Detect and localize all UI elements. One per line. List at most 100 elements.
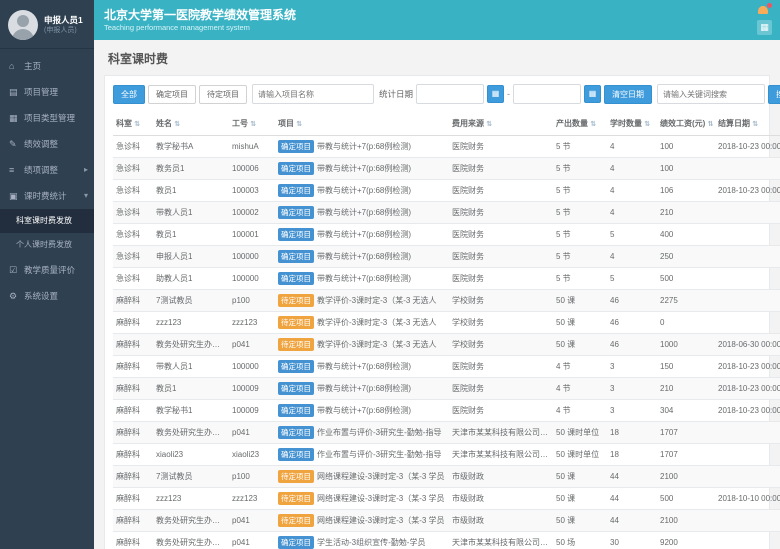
column-header[interactable]: 项目 ⇅ — [275, 112, 449, 136]
column-header-label: 工号 — [232, 119, 248, 128]
name-cell: 教学秘书1 — [153, 400, 229, 422]
project-name: 带教与统计+7(p:68例检测) — [317, 252, 411, 261]
user-profile[interactable]: 申报人员1 (申报人员) — [0, 0, 94, 49]
project-cell: 待定项目网络课程建设-3课时定-3（某-3 学员 — [275, 510, 449, 532]
sidebar-subitem[interactable]: 个人课时费发放 — [0, 233, 94, 257]
pay-cell: 210 — [657, 202, 715, 224]
source-cell: 天津市某某科技有限公司项目 — [449, 532, 553, 549]
date-cell — [715, 158, 780, 180]
project-cell: 确定项目带教与统计+7(p:68例检测) — [275, 356, 449, 378]
hours-cell: 4 — [607, 158, 657, 180]
column-header[interactable]: 费用来源 ⇅ — [449, 112, 553, 136]
project-cell: 确定项目带教与统计+7(p:68例检测) — [275, 136, 449, 158]
user-name: 申报人员1 — [44, 15, 83, 26]
column-header[interactable]: 工号 ⇅ — [229, 112, 275, 136]
name-cell: 带教人员1 — [153, 356, 229, 378]
qty-cell: 50 课 — [553, 290, 607, 312]
column-header[interactable]: 学时数量 ⇅ — [607, 112, 657, 136]
avatar-body — [12, 29, 34, 40]
qty-cell: 50 场 — [553, 532, 607, 549]
sort-icon: ⇅ — [174, 121, 180, 128]
project-name: 带教与统计+7(p:68例检测) — [317, 142, 411, 151]
column-header-label: 产出数量 — [556, 119, 588, 128]
date-end-input[interactable] — [513, 84, 581, 104]
pay-cell: 2275 — [657, 290, 715, 312]
sidebar-item-home[interactable]: ⌂主页 — [0, 53, 94, 79]
id-cell: 100006 — [229, 158, 275, 180]
pay-cell: 100 — [657, 158, 715, 180]
hours-cell: 30 — [607, 532, 657, 549]
sort-icon: ⇅ — [250, 121, 256, 128]
column-header[interactable]: 科室 ⇅ — [113, 112, 153, 136]
calendar-end-button[interactable]: ▦ — [584, 85, 601, 103]
toolbar: 全部确定项目待定项目 统计日期 ▦ - ▦ 清空日期 搜索 — [105, 76, 769, 112]
id-cell: 100000 — [229, 268, 275, 290]
project-name: 带教与统计+7(p:68例检测) — [317, 384, 411, 393]
qty-cell: 5 节 — [553, 224, 607, 246]
table-header-row: 科室 ⇅姓名 ⇅工号 ⇅项目 ⇅费用来源 ⇅产出数量 ⇅学时数量 ⇅绩效工资(元… — [113, 112, 780, 136]
sidebar-item-item-adjust[interactable]: ≡绩项调整▸ — [0, 157, 94, 183]
filter-button[interactable]: 全部 — [113, 85, 145, 104]
project-type-badge: 确定项目 — [278, 250, 314, 263]
name-cell: xiaoli23 — [153, 444, 229, 466]
filter-button[interactable]: 确定项目 — [148, 85, 196, 104]
hours-cell: 44 — [607, 466, 657, 488]
sidebar-item-project-types[interactable]: ▦项目类型管理 — [0, 105, 94, 131]
qty-cell: 50 课 — [553, 488, 607, 510]
hours-cell: 18 — [607, 444, 657, 466]
dept-cell: 急诊科 — [113, 136, 153, 158]
clear-date-button[interactable]: 清空日期 — [604, 85, 652, 104]
dept-cell: 麻醉科 — [113, 400, 153, 422]
hours-cell: 5 — [607, 224, 657, 246]
notification-button[interactable] — [756, 5, 772, 17]
hours-cell: 4 — [607, 180, 657, 202]
content-panel: 全部确定项目待定项目 统计日期 ▦ - ▦ 清空日期 搜索 — [104, 75, 770, 549]
keyword-input[interactable] — [657, 84, 765, 104]
project-cell: 确定项目带教与统计+7(p:68例检测) — [275, 400, 449, 422]
sidebar-item-settings[interactable]: ⚙系统设置 — [0, 283, 94, 309]
dept-cell: 麻醉科 — [113, 488, 153, 510]
pay-cell: 500 — [657, 488, 715, 510]
sidebar-item-label: 项目类型管理 — [24, 113, 75, 123]
project-type-badge: 确定项目 — [278, 140, 314, 153]
sidebar-item-label: 绩项调整 — [24, 165, 58, 175]
dept-cell: 急诊科 — [113, 180, 153, 202]
sidebar-item-quality-eval[interactable]: ☑教学质量评价 — [0, 257, 94, 283]
date-start-input[interactable] — [416, 84, 484, 104]
name-cell: 教务员1 — [153, 158, 229, 180]
column-header[interactable]: 绩效工资(元) ⇅ — [657, 112, 715, 136]
hours-cell: 3 — [607, 400, 657, 422]
source-cell: 学校财务 — [449, 290, 553, 312]
app-subtitle: Teaching performance management system — [104, 23, 756, 33]
calendar-start-button[interactable]: ▦ — [487, 85, 504, 103]
project-type-badge: 确定项目 — [278, 448, 314, 461]
date-cell — [715, 246, 780, 268]
sidebar-item-label: 绩效调整 — [24, 139, 58, 149]
search-button[interactable]: 搜索 — [768, 85, 780, 104]
sidebar-item-fee-stats[interactable]: ▣课时费统计▾ — [0, 183, 94, 209]
sort-icon: ⇅ — [486, 121, 492, 128]
table-row: 麻醉科7测试教员p100待定项目网络课程建设-3课时定-3（某-3 学员市级财政… — [113, 466, 780, 488]
project-type-badge: 确定项目 — [278, 360, 314, 373]
hours-cell: 4 — [607, 246, 657, 268]
pay-cell: 9200 — [657, 532, 715, 549]
dept-cell: 急诊科 — [113, 224, 153, 246]
sidebar-subitem[interactable]: 科室课时费发放 — [0, 209, 94, 233]
sort-icon: ⇅ — [134, 121, 140, 128]
column-header[interactable]: 产出数量 ⇅ — [553, 112, 607, 136]
project-name-input[interactable] — [252, 84, 374, 104]
filter-button[interactable]: 待定项目 — [199, 85, 247, 104]
name-cell: 教务处研究生办公室A — [153, 510, 229, 532]
chart-icon: ☑ — [9, 257, 21, 283]
sidebar-item-perf-adjust[interactable]: ✎绩效调整 — [0, 131, 94, 157]
sidebar-item-projects[interactable]: ▤项目管理 — [0, 79, 94, 105]
column-header[interactable]: 结算日期 ⇅ — [715, 112, 780, 136]
apps-button[interactable]: ▦ — [757, 20, 772, 35]
date-cell — [715, 510, 780, 532]
column-header[interactable]: 姓名 ⇅ — [153, 112, 229, 136]
table-row: 麻醉科带教人员1100000确定项目带教与统计+7(p:68例检测)医院财务4 … — [113, 356, 780, 378]
table-row: 急诊科教务员1100006确定项目带教与统计+7(p:68例检测)医院财务5 节… — [113, 158, 780, 180]
table-row: 麻醉科教务处研究生办公室Ap041确定项目学生活动-3组织宣传-勤勉-学员天津市… — [113, 532, 780, 549]
project-name: 教学评价-3课时定-3（某-3 无选人 — [317, 296, 437, 305]
project-cell: 确定项目带教与统计+7(p:68例检测) — [275, 224, 449, 246]
